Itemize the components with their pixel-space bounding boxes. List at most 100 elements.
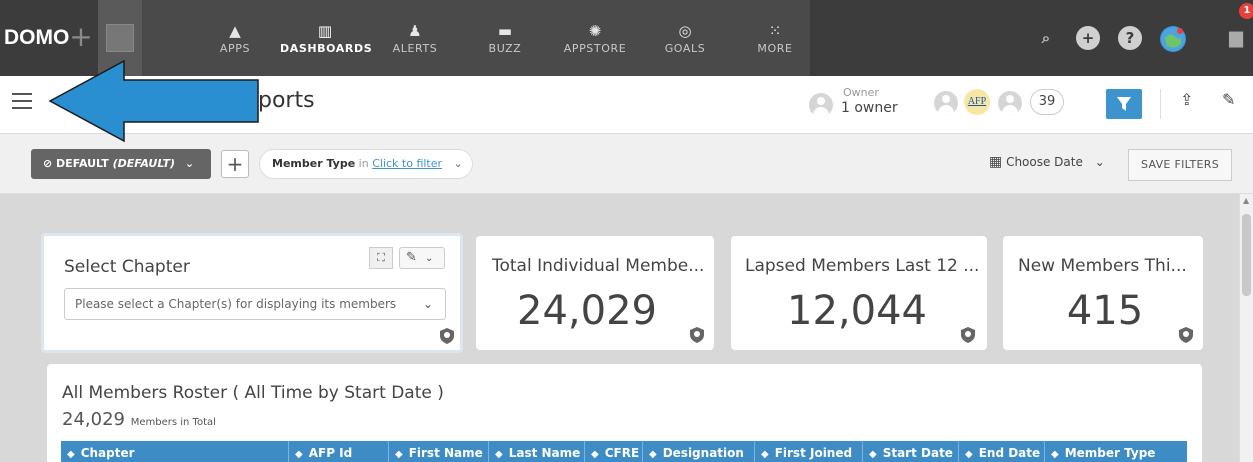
bell-icon: ♟ xyxy=(408,22,422,40)
scroll-up-icon[interactable]: ▲ xyxy=(1243,196,1249,205)
member-type-filter[interactable]: Member Type in Click to filter ⌄ xyxy=(259,149,473,179)
scroll-thumb[interactable] xyxy=(1242,214,1251,296)
filter-field-label: Member Type xyxy=(272,157,356,170)
nav-label: APPS xyxy=(219,42,251,55)
column-label: Start Date xyxy=(882,446,953,460)
chat-bubble-icon[interactable]: ▆ xyxy=(1224,26,1248,50)
nav-item-more[interactable]: ⁙ MORE xyxy=(730,0,820,76)
filter-button[interactable] xyxy=(1106,89,1142,119)
roster-title: All Members Roster ( All Time by Start D… xyxy=(62,383,444,403)
column-header-last-name[interactable]: ◆ Last Name xyxy=(489,441,585,462)
card-menu-button[interactable]: ✎ ⌄ xyxy=(399,247,445,269)
column-header-first-joined[interactable]: ◆ First Joined xyxy=(755,441,863,462)
notification-badge: 1 xyxy=(1239,3,1253,19)
column-header-end-date[interactable]: ◆ End Date xyxy=(959,441,1045,462)
select-chapter-card: Select Chapter ⛶ ✎ ⌄ Please select a Cha… xyxy=(41,233,463,353)
new-members-card[interactable]: New Members Thi... 415 xyxy=(1003,236,1203,350)
add-circle-icon[interactable]: + xyxy=(1076,26,1100,50)
share-icon[interactable]: ⇪ xyxy=(1180,90,1193,109)
certified-shield-icon xyxy=(690,327,704,343)
owner-value[interactable]: 1 owner xyxy=(841,100,898,116)
nav-item-appstore[interactable]: ✺ APPSTORE xyxy=(550,0,640,76)
nav-item-buzz[interactable]: ▬ BUZZ xyxy=(460,0,550,76)
add-filter-button[interactable]: + xyxy=(221,150,249,178)
column-label: Member Type xyxy=(1064,446,1156,460)
grid-icon: ⁙ xyxy=(768,22,782,40)
nav-label: ALERTS xyxy=(392,42,438,55)
column-header-afp-id[interactable]: ◆ AFP Id xyxy=(289,441,389,462)
column-header-designation[interactable]: ◆ Designation xyxy=(643,441,755,462)
expand-icon[interactable]: ⛶ xyxy=(369,247,393,269)
certified-shield-icon xyxy=(440,328,454,344)
card-value: 12,044 xyxy=(787,288,927,334)
profile-avatar[interactable] xyxy=(1160,26,1186,52)
dashboard-icon: ▥ xyxy=(317,22,333,40)
rocket-icon: ▲ xyxy=(229,22,241,40)
roster-count-suffix: Members in Total xyxy=(130,417,216,428)
column-label: AFP Id xyxy=(308,446,353,460)
sort-icon: ◆ xyxy=(649,449,657,460)
sort-icon: ◆ xyxy=(591,449,599,460)
column-header-member-type[interactable]: ◆ Member Type xyxy=(1045,441,1187,462)
column-header-chapter[interactable]: ◆ Chapter xyxy=(61,441,289,462)
lapsed-members-card[interactable]: Lapsed Members Last 12 ... 12,044 xyxy=(731,236,987,350)
nav-label: BUZZ xyxy=(488,42,522,55)
default-label: DEFAULT xyxy=(56,157,109,170)
user-avatar-box[interactable] xyxy=(98,0,142,76)
owner-avatar-icon xyxy=(809,93,833,117)
hamburger-menu-icon[interactable] xyxy=(12,93,32,113)
nav-item-apps[interactable]: ▲ APPS xyxy=(190,0,280,76)
nav-item-alerts[interactable]: ♟ ALERTS xyxy=(370,0,460,76)
shared-user-icon xyxy=(934,91,958,115)
sort-icon: ◆ xyxy=(295,449,303,460)
nav-item-dashboards[interactable]: ▥ DASHBOARDS xyxy=(280,0,372,76)
domo-logo[interactable]: DOMO xyxy=(0,20,69,56)
search-icon[interactable]: ⌕ xyxy=(1034,26,1058,50)
click-to-filter-link[interactable]: Click to filter xyxy=(372,157,442,170)
column-header-first-name[interactable]: ◆ First Name xyxy=(389,441,489,462)
roster-count-value: 24,029 xyxy=(62,409,125,430)
chapter-select[interactable]: Please select a Chapter(s) for displayin… xyxy=(64,288,446,320)
top-nav: DOMO + ▲ APPS ▥ DASHBOARDS ♟ ALERTS ▬ BU… xyxy=(0,0,1253,76)
nav-panel: ▲ APPS ▥ DASHBOARDS ♟ ALERTS ▬ BUZZ ✺ AP… xyxy=(142,0,810,76)
column-label: First Name xyxy=(408,446,483,460)
column-label: Chapter xyxy=(80,446,135,460)
shared-count-badge[interactable]: 39 xyxy=(1030,89,1064,115)
eye-icon: ⊘ xyxy=(43,157,57,170)
column-header-cfre[interactable]: ◆ CFRE xyxy=(585,441,643,462)
date-chooser[interactable]: ▦ Choose Date ⌄ xyxy=(989,154,1105,170)
chapter-select-placeholder: Please select a Chapter(s) for displayin… xyxy=(75,297,397,311)
column-label: Designation xyxy=(662,446,744,460)
card-title: Total Individual Membe... xyxy=(492,256,705,276)
sort-icon: ◆ xyxy=(67,449,75,460)
wrench-icon[interactable]: ✎ xyxy=(1222,90,1235,109)
column-header-start-date[interactable]: ◆ Start Date xyxy=(863,441,959,462)
certified-shield-icon xyxy=(1179,327,1193,343)
choose-date-label: Choose Date xyxy=(1006,155,1083,169)
add-icon[interactable]: + xyxy=(66,22,96,54)
divider xyxy=(1160,89,1161,119)
default-view-button[interactable]: ⊘ DEFAULT (DEFAULT) ⌄ xyxy=(31,149,211,179)
nav-item-goals[interactable]: ◎ GOALS xyxy=(640,0,730,76)
filter-icon xyxy=(1117,97,1131,111)
chevron-down-icon: ⌄ xyxy=(422,297,433,311)
afp-logo: AFP xyxy=(964,89,990,115)
card-title: New Members Thi... xyxy=(1018,256,1187,276)
filter-in-label: in xyxy=(358,157,369,170)
help-icon[interactable]: ? xyxy=(1118,26,1142,50)
nav-label: APPSTORE xyxy=(563,42,627,55)
certified-shield-icon xyxy=(961,327,975,343)
page-title: ports xyxy=(258,88,315,113)
chevron-down-icon: ⌄ xyxy=(453,157,463,170)
appstore-icon: ✺ xyxy=(588,22,602,40)
total-individual-card[interactable]: Total Individual Membe... 24,029 xyxy=(476,236,714,350)
avatar xyxy=(106,24,134,52)
save-filters-button[interactable]: SAVE FILTERS xyxy=(1128,149,1232,181)
chat-icon: ▬ xyxy=(497,22,513,40)
sort-icon: ◆ xyxy=(495,449,503,460)
column-label: CFRE xyxy=(604,446,640,460)
members-roster-card[interactable]: All Members Roster ( All Time by Start D… xyxy=(47,364,1202,462)
roster-count: 24,029 Members in Total xyxy=(62,409,216,430)
scrollbar[interactable]: ▲ xyxy=(1239,194,1253,462)
column-label: Last Name xyxy=(508,446,581,460)
